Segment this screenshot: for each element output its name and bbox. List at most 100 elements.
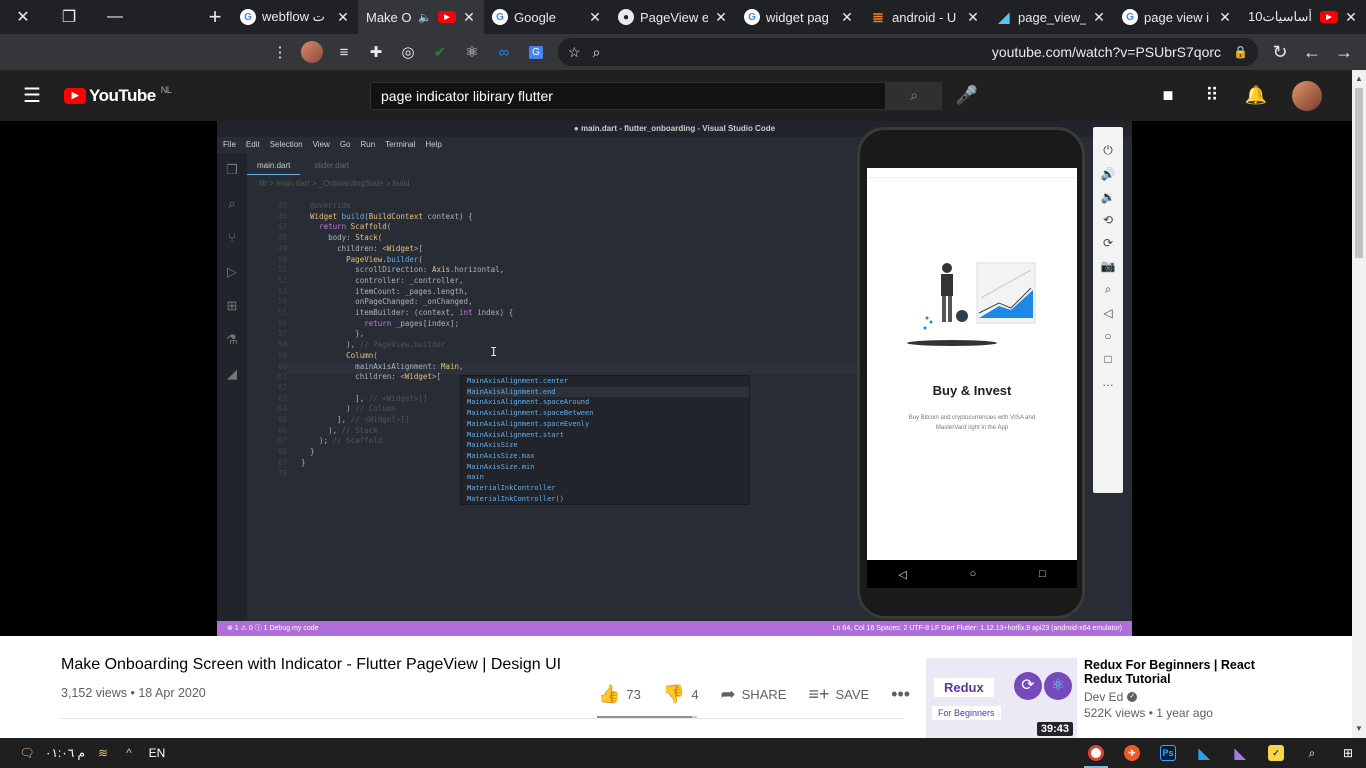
search-button[interactable]: ⌕ xyxy=(886,81,942,110)
like-button[interactable]: 👍 73 xyxy=(598,684,641,705)
clock[interactable]: م ٠١:٠٦ xyxy=(40,746,90,760)
close-tab-icon[interactable]: ✕ xyxy=(1218,9,1232,26)
dislike-button[interactable]: 👎 4 xyxy=(663,684,699,705)
search-input[interactable]: page indicator libirary flutter xyxy=(370,81,886,110)
close-tab-icon[interactable]: ✕ xyxy=(462,9,476,26)
debug-icon: ▷ xyxy=(227,264,237,279)
back-icon: ◁ xyxy=(1103,306,1113,320)
vscode-app-icon[interactable]: ◣ xyxy=(1186,738,1222,768)
related-meta: 522K views • 1 year ago xyxy=(1084,706,1213,720)
hamburger-menu-icon[interactable]: ☰ xyxy=(0,83,64,108)
photoshop-app-icon[interactable]: Ps xyxy=(1150,738,1186,768)
reading-list-icon[interactable]: ≡ xyxy=(328,36,360,68)
page-scrollbar[interactable]: ▲ ▼ xyxy=(1352,70,1366,738)
close-tab-icon[interactable]: ✕ xyxy=(336,9,350,26)
browser-tab[interactable]: ✕ android - U ≣ xyxy=(862,0,988,34)
scrollbar-thumb[interactable] xyxy=(1355,88,1363,258)
android-navbar: ◁ ○ □ xyxy=(867,560,1077,588)
reload-icon[interactable]: ↻ xyxy=(1264,36,1296,68)
apps-grid-icon[interactable]: ⠿ xyxy=(1190,85,1234,106)
browser-tab[interactable]: ✕ ▶ 10أساسيات xyxy=(1240,0,1366,34)
browser-tab[interactable]: ✕ webflow تG xyxy=(232,0,358,34)
close-tab-icon[interactable]: ✕ xyxy=(966,9,980,26)
search-icon[interactable]: ⌕ xyxy=(1294,738,1330,768)
windows-taskbar: 🗨 م ٠١:٠٦ ≋ ^ EN ✈ Ps ◣ ◣ ✓ ⌕ ⊞ xyxy=(0,738,1366,768)
search-icon: ⌕ xyxy=(228,196,236,211)
onboarding-description: Buy Bitcoin and cryptocurrencies with VI… xyxy=(908,415,1036,431)
scroll-down-arrow-icon[interactable]: ▼ xyxy=(1352,722,1366,736)
language-indicator[interactable]: EN xyxy=(142,746,172,760)
related-video-title[interactable]: Redux For Beginners | React Redux Tutori… xyxy=(1084,658,1284,686)
more-actions-button[interactable]: ••• xyxy=(891,684,910,705)
youtube-play-icon: ▶ xyxy=(64,87,86,104)
close-tab-icon[interactable]: ✕ xyxy=(714,9,728,26)
microphone-icon[interactable]: 🎤 xyxy=(942,85,992,106)
chevron-up-icon[interactable]: ^ xyxy=(116,746,142,760)
sticky-app-icon[interactable]: ✓ xyxy=(1258,738,1294,768)
menu-dots-icon[interactable]: ⋮ xyxy=(264,36,296,68)
related-channel[interactable]: Dev Ed ✓ xyxy=(1084,690,1138,704)
back-arrow-icon[interactable]: ← xyxy=(1296,36,1328,68)
vscode-status-bar: ⊗ 1 ⚠ 0 ⓘ 1 Debug my code Ln 64, Col 16 … xyxy=(217,621,1132,636)
rotate-right-icon: ⟳ xyxy=(1102,236,1114,250)
minimize-button[interactable]: — xyxy=(92,0,138,34)
extension-icon[interactable]: ✔ xyxy=(424,36,456,68)
investment-illustration xyxy=(907,262,1036,346)
browser-tab-active[interactable]: ✕ ▶ 🔈 Make O xyxy=(358,0,484,34)
close-tab-icon[interactable]: ✕ xyxy=(840,9,854,26)
profile-avatar[interactable] xyxy=(296,36,328,68)
youtube-logo[interactable]: ▶ YouTube NL xyxy=(64,85,370,106)
account-avatar[interactable] xyxy=(1292,80,1322,111)
close-tab-icon[interactable]: ✕ xyxy=(1092,9,1106,26)
postman-app-icon[interactable]: ✈ xyxy=(1114,738,1150,768)
save-button[interactable]: ≡+ SAVE xyxy=(808,684,869,705)
vscode-breadcrumb: lib > main.dart > _OnboardingState > bui… xyxy=(259,179,410,188)
create-video-icon[interactable]: ■ xyxy=(1146,85,1190,106)
audio-icon[interactable]: 🔈 xyxy=(418,11,432,24)
onboarding-title: Buy & Invest xyxy=(932,383,1012,398)
extension-icon[interactable]: ◎ xyxy=(392,36,424,68)
browser-tab[interactable]: ✕ widget pag G xyxy=(736,0,862,34)
start-windows-icon[interactable]: ⊞ xyxy=(1330,738,1366,768)
browser-tab[interactable]: ✕ page_view_ ◢ xyxy=(988,0,1114,34)
react-devtools-icon[interactable]: ⚛ xyxy=(456,36,488,68)
related-video-thumbnail[interactable]: Redux For Beginners ⟳ ⚛ 39:43 xyxy=(926,658,1077,738)
forward-arrow-icon[interactable]: → xyxy=(1328,36,1360,68)
video-player[interactable]: ● main.dart - flutter_onboarding - Visua… xyxy=(217,121,1132,636)
new-tab-button[interactable]: + xyxy=(198,0,232,34)
power-icon: ⏻ xyxy=(1103,143,1113,157)
url-text[interactable]: youtube.com/watch?v=PSUbrS7qorc xyxy=(612,44,1221,60)
visual-studio-app-icon[interactable]: ◣ xyxy=(1222,738,1258,768)
wifi-icon[interactable]: ≋ xyxy=(90,746,116,760)
extension-icon[interactable]: ∞ xyxy=(488,36,520,68)
translate-icon[interactable]: G xyxy=(520,36,552,68)
youtube-header: ☰ ▶ YouTube NL page indicator libirary fl… xyxy=(0,70,1352,121)
close-window-button[interactable]: ✕ xyxy=(0,0,46,34)
bookmark-star-icon[interactable]: ☆ xyxy=(568,44,581,61)
close-tab-icon[interactable]: ✕ xyxy=(1344,9,1358,26)
puzzle-icon[interactable]: ✚ xyxy=(360,36,392,68)
browser-tab[interactable]: ✕ PageView e ● xyxy=(610,0,736,34)
search-icon: ⌕ xyxy=(910,87,918,103)
scroll-up-arrow-icon[interactable]: ▲ xyxy=(1352,72,1366,86)
browser-tab[interactable]: ✕ page view iG xyxy=(1114,0,1240,34)
divider xyxy=(61,718,904,719)
address-bar[interactable]: 🔒 youtube.com/watch?v=PSUbrS7qorc ⌕ ☆ xyxy=(558,38,1258,66)
browser-tab[interactable]: ✕ Google G xyxy=(484,0,610,34)
lock-icon[interactable]: 🔒 xyxy=(1233,45,1248,59)
thumbs-up-icon: 👍 xyxy=(598,684,621,704)
files-icon: ❐ xyxy=(226,162,238,177)
search-icon[interactable]: ⌕ xyxy=(593,44,601,61)
playlist-add-icon: ≡+ xyxy=(808,684,830,704)
close-tab-icon[interactable]: ✕ xyxy=(588,9,602,26)
notifications-icon[interactable]: 🗨 xyxy=(14,746,40,760)
extensions-icon: ⊞ xyxy=(226,298,238,313)
chrome-app-icon[interactable] xyxy=(1078,738,1114,768)
notifications-bell-icon[interactable]: 🔔 xyxy=(1234,85,1278,106)
flutter-icon: ◢ xyxy=(227,366,237,381)
restore-button[interactable]: ❐ xyxy=(46,0,92,34)
share-button[interactable]: ➦ SHARE xyxy=(721,684,787,705)
github-icon: ● xyxy=(618,9,634,25)
autocomplete-list: MainAxisAlignment.center MainAxisAlignme… xyxy=(460,375,750,505)
browser-tab-strip: ✕ ▶ 10أساسيات ✕ page view iG ✕ page_view_ ◢ ✕… xyxy=(0,0,1366,34)
